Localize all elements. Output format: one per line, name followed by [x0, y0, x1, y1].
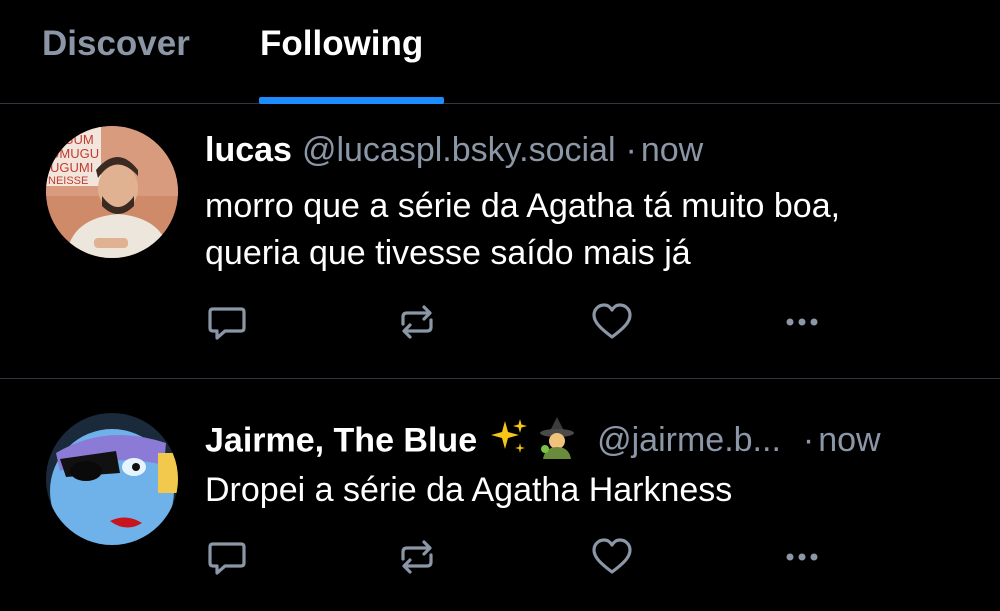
tab-discover[interactable]: Discover: [42, 24, 190, 64]
author-handle[interactable]: @lucaspl.bsky.social: [302, 131, 616, 169]
post-text: Dropei a série da Agatha Harkness: [205, 467, 985, 514]
tab-following[interactable]: Following: [260, 24, 423, 64]
author-handle[interactable]: @jairme.b...: [597, 421, 781, 459]
heart-icon: [592, 303, 632, 339]
repost-icon: [401, 305, 433, 339]
author-name[interactable]: Jairme, The Blue: [205, 421, 477, 459]
repost-button[interactable]: [395, 535, 439, 579]
post-actions: [205, 535, 835, 579]
active-tab-indicator: [259, 97, 444, 104]
like-button[interactable]: [590, 535, 634, 579]
post-header: Jairme, The Blue @jairme.b... · now: [205, 415, 881, 470]
sparkles-emoji: [489, 417, 529, 468]
repost-button[interactable]: [395, 300, 439, 344]
post-time: now: [640, 131, 704, 169]
repost-icon: [401, 540, 433, 574]
more-icon: [786, 318, 818, 326]
avatar[interactable]: UGUM UMUGU UGUMI NEISSE: [46, 126, 178, 258]
reply-button[interactable]: [205, 535, 249, 579]
reply-button[interactable]: [205, 300, 249, 344]
more-options-button[interactable]: [780, 535, 824, 579]
svg-text:NEISSE: NEISSE: [48, 175, 88, 187]
post-actions: [205, 300, 835, 344]
post[interactable]: UGUM UMUGU UGUMI NEISSE lucas @lucaspl.bs…: [0, 104, 1000, 379]
post-text-line: Dropei a série da Agatha Harkness: [205, 471, 733, 509]
reply-icon: [208, 307, 246, 340]
svg-text:UGUM: UGUM: [54, 132, 94, 147]
svg-text:UGUMI: UGUMI: [50, 160, 93, 175]
post-text-line: queria que tivesse saído mais já: [205, 234, 691, 272]
heart-icon: [592, 538, 632, 574]
svg-text:UMUGU: UMUGU: [50, 146, 99, 161]
post-text: morro que a série da Agatha tá muito boa…: [205, 183, 985, 277]
more-icon: [786, 553, 818, 561]
post-time: now: [818, 421, 881, 460]
post-text-line: morro que a série da Agatha tá muito boa…: [205, 187, 841, 225]
author-name[interactable]: lucas: [205, 131, 292, 169]
post[interactable]: Jairme, The Blue @jairme.b... · now Dropei…: [0, 379, 1000, 611]
post-header: lucas @lucaspl.bsky.social · now: [205, 128, 703, 172]
more-options-button[interactable]: [780, 300, 824, 344]
avatar[interactable]: [46, 413, 178, 545]
like-button[interactable]: [590, 300, 634, 344]
separator-dot: ·: [625, 131, 637, 169]
witch-emoji: [535, 415, 579, 470]
reply-icon: [208, 542, 246, 575]
feed-tabs: Discover Following: [0, 0, 1000, 104]
separator-dot: ·: [802, 421, 815, 460]
